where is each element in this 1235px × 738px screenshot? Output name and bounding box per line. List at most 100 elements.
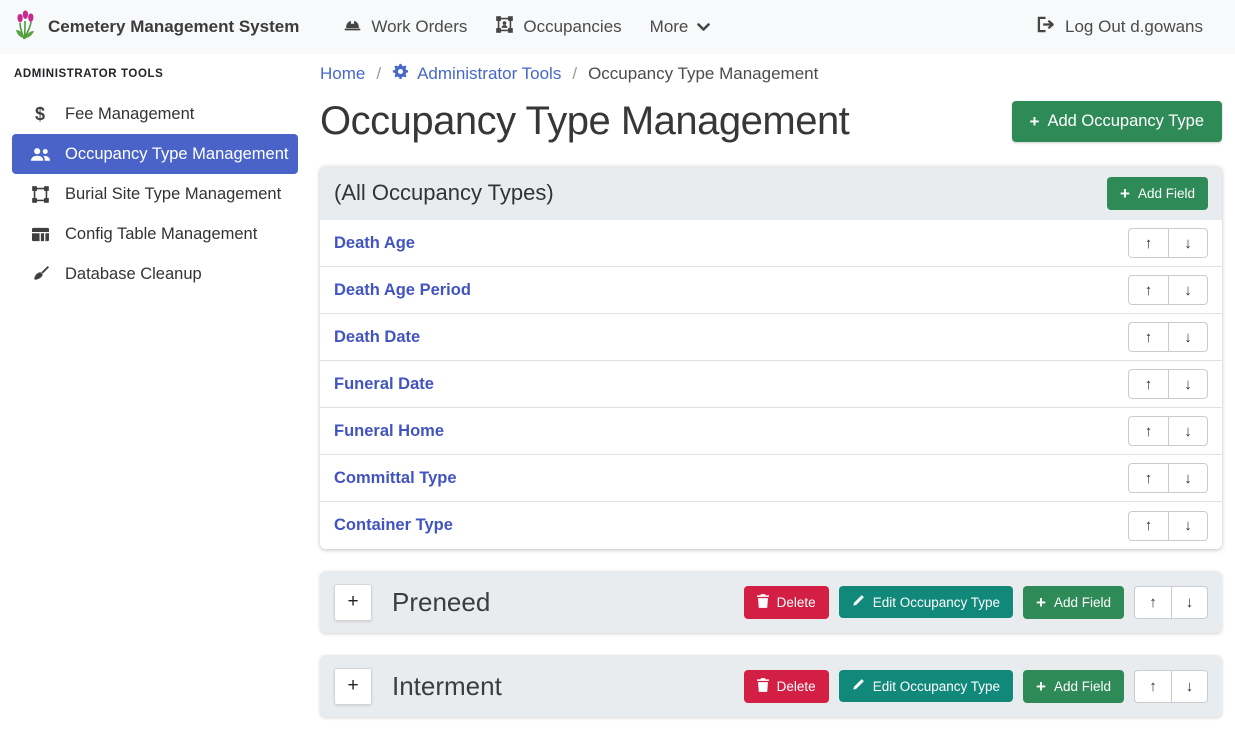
move-up-button[interactable]: ↑ xyxy=(1134,670,1171,703)
sidebar-item-label: Burial Site Type Management xyxy=(65,185,281,204)
delete-button-label: Delete xyxy=(777,595,816,610)
plus-icon: + xyxy=(1030,113,1040,130)
field-link[interactable]: Death Age Period xyxy=(334,281,471,300)
breadcrumb-current: Occupancy Type Management xyxy=(588,64,818,84)
nav-more[interactable]: More xyxy=(636,9,725,45)
sidebar-item-config-table-management[interactable]: Config Table Management xyxy=(12,214,298,254)
users-icon xyxy=(28,147,52,162)
section-add-field-button[interactable]: + Add Field xyxy=(1023,670,1124,703)
reorder-controls: ↑ ↓ xyxy=(1128,511,1208,541)
move-down-button[interactable]: ↓ xyxy=(1171,586,1208,619)
arrow-down-icon: ↓ xyxy=(1186,678,1194,695)
type-sections: + Preneed Delete Edit Occupancy Typ xyxy=(320,571,1222,717)
field-link[interactable]: Death Date xyxy=(334,328,420,347)
nav-occupancies[interactable]: Occupancies xyxy=(481,7,635,47)
broom-icon xyxy=(28,265,52,284)
field-link[interactable]: Funeral Home xyxy=(334,422,444,441)
nav-more-label: More xyxy=(650,17,689,37)
add-occupancy-type-button[interactable]: + Add Occupancy Type xyxy=(1012,101,1222,142)
field-row: Container Type ↑ ↓ xyxy=(320,502,1222,549)
arrow-down-icon: ↓ xyxy=(1184,517,1192,534)
expand-section-button[interactable]: + xyxy=(334,668,372,705)
move-up-button[interactable]: ↑ xyxy=(1128,463,1168,493)
move-up-button[interactable]: ↑ xyxy=(1134,586,1171,619)
logout-label: Log Out d.gowans xyxy=(1065,17,1203,37)
arrow-down-icon: ↓ xyxy=(1184,376,1192,393)
arrow-down-icon: ↓ xyxy=(1186,594,1194,611)
edit-occupancy-type-button[interactable]: Edit Occupancy Type xyxy=(839,586,1013,618)
arrow-down-icon: ↓ xyxy=(1184,329,1192,346)
arrow-down-icon: ↓ xyxy=(1184,282,1192,299)
edit-button-label: Edit Occupancy Type xyxy=(873,595,1000,610)
sidebar-item-database-cleanup[interactable]: Database Cleanup xyxy=(12,254,298,294)
arrow-down-icon: ↓ xyxy=(1184,470,1192,487)
logout-link[interactable]: Log Out d.gowans xyxy=(1023,8,1217,46)
sidebar-item-label: Config Table Management xyxy=(65,225,257,244)
move-down-button[interactable]: ↓ xyxy=(1168,322,1208,352)
move-up-button[interactable]: ↑ xyxy=(1128,511,1168,541)
field-rows: Death Age ↑ ↓ Death Age Period ↑ ↓ Death… xyxy=(320,220,1222,549)
arrow-up-icon: ↑ xyxy=(1145,235,1153,252)
app-brand[interactable]: Cemetery Management System xyxy=(12,10,299,45)
nav-work-orders[interactable]: Work Orders xyxy=(329,7,481,47)
sign-out-icon xyxy=(1037,16,1056,38)
app-title: Cemetery Management System xyxy=(48,17,299,37)
field-row: Funeral Date ↑ ↓ xyxy=(320,361,1222,408)
vector-square-icon xyxy=(28,185,52,204)
edit-occupancy-type-button[interactable]: Edit Occupancy Type xyxy=(839,670,1013,702)
move-up-button[interactable]: ↑ xyxy=(1128,416,1168,446)
move-down-button[interactable]: ↓ xyxy=(1168,463,1208,493)
reorder-controls: ↑ ↓ xyxy=(1128,416,1208,446)
breadcrumb-separator: / xyxy=(572,64,577,84)
add-occupancy-type-label: Add Occupancy Type xyxy=(1047,112,1204,131)
add-field-button[interactable]: + Add Field xyxy=(1107,177,1208,210)
breadcrumb-home-link[interactable]: Home xyxy=(320,64,365,84)
reorder-controls: ↑ ↓ xyxy=(1128,463,1208,493)
field-link[interactable]: Death Age xyxy=(334,234,415,253)
breadcrumb: Home / Administrator Tools / Occupancy T… xyxy=(320,63,1222,85)
admin-tools-sidebar: ADMINISTRATOR TOOLS $ Fee Management Occ… xyxy=(0,54,310,738)
field-link[interactable]: Funeral Date xyxy=(334,375,434,394)
section-add-field-button[interactable]: + Add Field xyxy=(1023,586,1124,619)
sidebar-item-occupancy-type-management[interactable]: Occupancy Type Management xyxy=(12,134,298,174)
breadcrumb-admin-tools-label: Administrator Tools xyxy=(417,64,561,84)
move-down-button[interactable]: ↓ xyxy=(1168,275,1208,305)
reorder-controls: ↑ ↓ xyxy=(1128,322,1208,352)
reorder-controls: ↑ ↓ xyxy=(1134,670,1208,703)
field-link[interactable]: Committal Type xyxy=(334,469,457,488)
add-field-label: Add Field xyxy=(1138,186,1195,201)
section-add-field-label: Add Field xyxy=(1054,679,1111,694)
top-navbar: Cemetery Management System Work Orders O… xyxy=(0,0,1235,54)
move-up-button[interactable]: ↑ xyxy=(1128,322,1168,352)
expand-section-button[interactable]: + xyxy=(334,584,372,621)
arrow-down-icon: ↓ xyxy=(1184,235,1192,252)
arrow-up-icon: ↑ xyxy=(1149,678,1157,695)
sidebar-item-fee-management[interactable]: $ Fee Management xyxy=(12,94,298,134)
move-down-button[interactable]: ↓ xyxy=(1168,511,1208,541)
move-down-button[interactable]: ↓ xyxy=(1171,670,1208,703)
sidebar-item-burial-site-type-management[interactable]: Burial Site Type Management xyxy=(12,174,298,214)
plus-icon: + xyxy=(1036,678,1046,695)
move-down-button[interactable]: ↓ xyxy=(1168,228,1208,258)
field-row: Funeral Home ↑ ↓ xyxy=(320,408,1222,455)
plus-icon: + xyxy=(1036,594,1046,611)
occupancy-type-section: + Preneed Delete Edit Occupancy Typ xyxy=(320,571,1222,633)
sidebar-item-label: Occupancy Type Management xyxy=(65,145,289,164)
move-up-button[interactable]: ↑ xyxy=(1128,369,1168,399)
move-down-button[interactable]: ↓ xyxy=(1168,369,1208,399)
occupancy-frame-icon xyxy=(495,15,514,39)
move-up-button[interactable]: ↑ xyxy=(1128,228,1168,258)
field-link[interactable]: Container Type xyxy=(334,516,453,535)
move-down-button[interactable]: ↓ xyxy=(1168,416,1208,446)
delete-button[interactable]: Delete xyxy=(744,586,829,619)
edit-button-label: Edit Occupancy Type xyxy=(873,679,1000,694)
breadcrumb-admin-tools-link[interactable]: Administrator Tools xyxy=(392,63,561,85)
arrow-down-icon: ↓ xyxy=(1184,423,1192,440)
pencil-icon xyxy=(852,594,865,610)
delete-button[interactable]: Delete xyxy=(744,670,829,703)
reorder-controls: ↑ ↓ xyxy=(1128,369,1208,399)
section-title: Interment xyxy=(392,671,502,702)
gear-icon xyxy=(392,63,409,85)
move-up-button[interactable]: ↑ xyxy=(1128,275,1168,305)
dollar-icon: $ xyxy=(28,104,52,125)
